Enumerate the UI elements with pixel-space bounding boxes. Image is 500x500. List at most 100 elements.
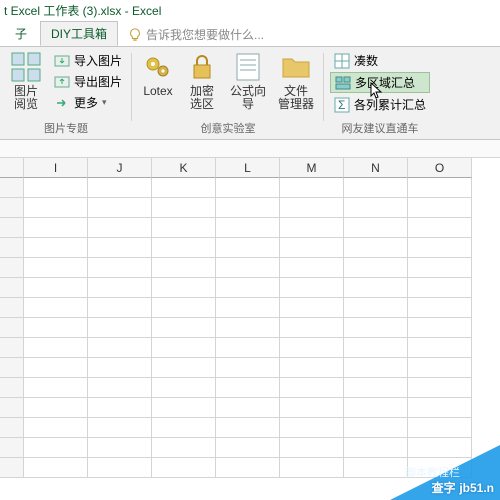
cell[interactable] [280,238,344,258]
cell[interactable] [216,298,280,318]
col-K[interactable]: K [152,158,216,178]
cell[interactable] [88,418,152,438]
cell[interactable] [24,218,88,238]
cell[interactable] [280,338,344,358]
cell[interactable] [88,338,152,358]
formula-guide-button[interactable]: 公式向 导 [226,49,270,121]
cell[interactable] [24,258,88,278]
encrypt-selection-button[interactable]: 加密 选区 [182,49,222,121]
image-browse-button[interactable]: 图片 阅览 [6,49,46,121]
cell[interactable] [152,178,216,198]
cell[interactable] [216,278,280,298]
cell[interactable] [24,378,88,398]
cell[interactable] [344,418,408,438]
row-header[interactable] [0,238,24,258]
cell[interactable] [216,358,280,378]
row-header[interactable] [0,298,24,318]
cell[interactable] [152,378,216,398]
cell[interactable] [24,298,88,318]
cell[interactable] [152,338,216,358]
cell[interactable] [280,218,344,238]
cell[interactable] [88,238,152,258]
col-N[interactable]: N [344,158,408,178]
row-header[interactable] [0,218,24,238]
col-I[interactable]: I [24,158,88,178]
cell[interactable] [152,438,216,458]
cell[interactable] [280,418,344,438]
cell[interactable] [408,358,472,378]
cell[interactable] [280,318,344,338]
cell[interactable] [24,198,88,218]
row-header[interactable] [0,418,24,438]
cell[interactable] [408,178,472,198]
cell[interactable] [408,378,472,398]
cell[interactable] [152,298,216,318]
col-L[interactable]: L [216,158,280,178]
cell[interactable] [88,358,152,378]
cell[interactable] [280,178,344,198]
cell[interactable] [408,238,472,258]
export-image-button[interactable]: 导出图片 [50,72,126,91]
cell[interactable] [280,358,344,378]
row-header[interactable] [0,178,24,198]
cell[interactable] [88,258,152,278]
spreadsheet[interactable]: I J K L M N O [0,158,500,478]
cell[interactable] [24,278,88,298]
cell[interactable] [216,198,280,218]
cell[interactable] [344,178,408,198]
select-all-corner[interactable] [0,158,24,178]
cell[interactable] [344,398,408,418]
cell[interactable] [152,258,216,278]
cell[interactable] [88,178,152,198]
row-header[interactable] [0,458,24,478]
cell[interactable] [88,198,152,218]
cell[interactable] [24,318,88,338]
cell[interactable] [216,398,280,418]
cell[interactable] [216,258,280,278]
cell[interactable] [24,178,88,198]
cell[interactable] [344,218,408,238]
cell[interactable] [24,398,88,418]
row-header[interactable] [0,338,24,358]
cell[interactable] [152,358,216,378]
cell[interactable] [280,258,344,278]
cell[interactable] [216,418,280,438]
cell[interactable] [344,318,408,338]
cell[interactable] [408,298,472,318]
cell[interactable] [152,418,216,438]
cell[interactable] [152,278,216,298]
cell[interactable] [344,278,408,298]
cell[interactable] [216,338,280,358]
cell[interactable] [280,458,344,478]
row-header[interactable] [0,358,24,378]
cell[interactable] [88,398,152,418]
cell[interactable] [88,278,152,298]
cell[interactable] [88,438,152,458]
tell-me[interactable]: 告诉我您想要做什么... [120,23,272,46]
row-header[interactable] [0,378,24,398]
cell[interactable] [216,378,280,398]
cell[interactable] [152,238,216,258]
cell[interactable] [24,418,88,438]
cell[interactable] [216,458,280,478]
cell[interactable] [280,278,344,298]
cell[interactable] [24,438,88,458]
lotex-button[interactable]: Lotex [138,49,178,121]
cell[interactable] [280,298,344,318]
cell[interactable] [280,378,344,398]
import-image-button[interactable]: 导入图片 [50,51,126,70]
cell[interactable] [344,338,408,358]
cell[interactable] [152,218,216,238]
cell[interactable] [152,458,216,478]
cell[interactable] [88,378,152,398]
cell[interactable] [216,238,280,258]
cell[interactable] [152,398,216,418]
col-M[interactable]: M [280,158,344,178]
cell[interactable] [408,218,472,238]
cell[interactable] [344,378,408,398]
cell[interactable] [344,258,408,278]
cell[interactable] [152,198,216,218]
cell[interactable] [216,218,280,238]
row-header[interactable] [0,278,24,298]
row-header[interactable] [0,258,24,278]
